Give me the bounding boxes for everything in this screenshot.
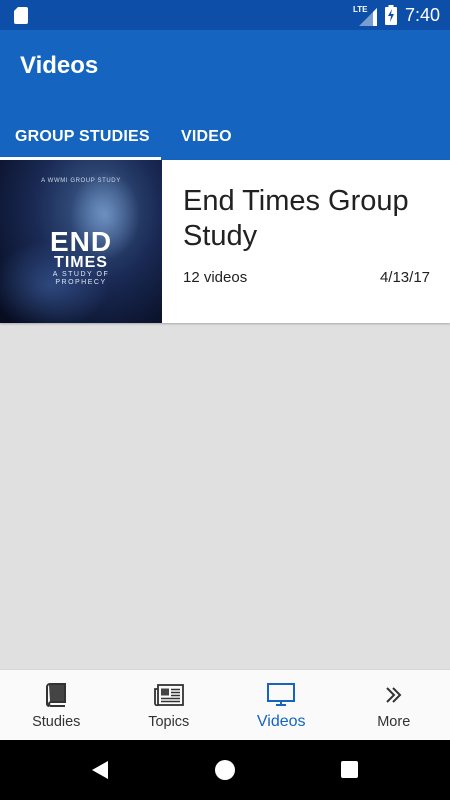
app-bar: Videos GROUP STUDIES VIDEO — [0, 30, 450, 160]
battery-charging-icon — [384, 5, 397, 25]
recent-apps-icon[interactable] — [341, 761, 358, 778]
page-title: Videos — [20, 52, 99, 79]
status-bar: LTE 7:40 — [0, 0, 450, 30]
nav-item-more[interactable]: More — [338, 670, 450, 740]
status-time: 7:40 — [404, 4, 440, 25]
study-thumbnail: A WWMI GROUP STUDY END TIMES A STUDY OF … — [0, 160, 162, 323]
nav-label-topics: Topics — [148, 714, 190, 730]
nav-label-more: More — [377, 714, 411, 730]
video-count: 12 videos — [183, 269, 248, 286]
thumbnail-subtitle-line1: A STUDY OF — [52, 271, 110, 278]
book-icon — [46, 683, 67, 707]
thumbnail-tagline: A WWMI GROUP STUDY — [41, 178, 121, 184]
tab-bar: GROUP STUDIES VIDEO — [0, 114, 252, 160]
system-navigation-bar — [0, 740, 450, 800]
sd-card-icon — [14, 7, 28, 24]
thumbnail-title-line1: END — [49, 226, 113, 257]
tab-group-studies[interactable]: GROUP STUDIES — [0, 114, 161, 160]
tab-video[interactable]: VIDEO — [161, 114, 252, 160]
bottom-navigation: Studies Topics Videos More — [0, 669, 450, 740]
newspaper-icon — [153, 684, 184, 706]
nav-item-topics[interactable]: Topics — [113, 670, 226, 740]
double-chevron-right-icon — [386, 687, 402, 703]
nav-item-studies[interactable]: Studies — [0, 670, 113, 740]
home-icon[interactable] — [215, 760, 235, 780]
study-title: End Times Group Study — [183, 185, 409, 252]
study-date: 4/13/17 — [379, 269, 430, 286]
lte-signal-icon: LTE — [353, 4, 377, 26]
nav-item-videos[interactable]: Videos — [225, 670, 338, 740]
nav-label-videos: Videos — [256, 713, 306, 730]
nav-label-studies: Studies — [32, 714, 81, 730]
thumbnail-subtitle-line2: PROPHECY — [55, 279, 107, 286]
back-icon[interactable] — [90, 760, 110, 780]
monitor-icon — [267, 683, 296, 706]
